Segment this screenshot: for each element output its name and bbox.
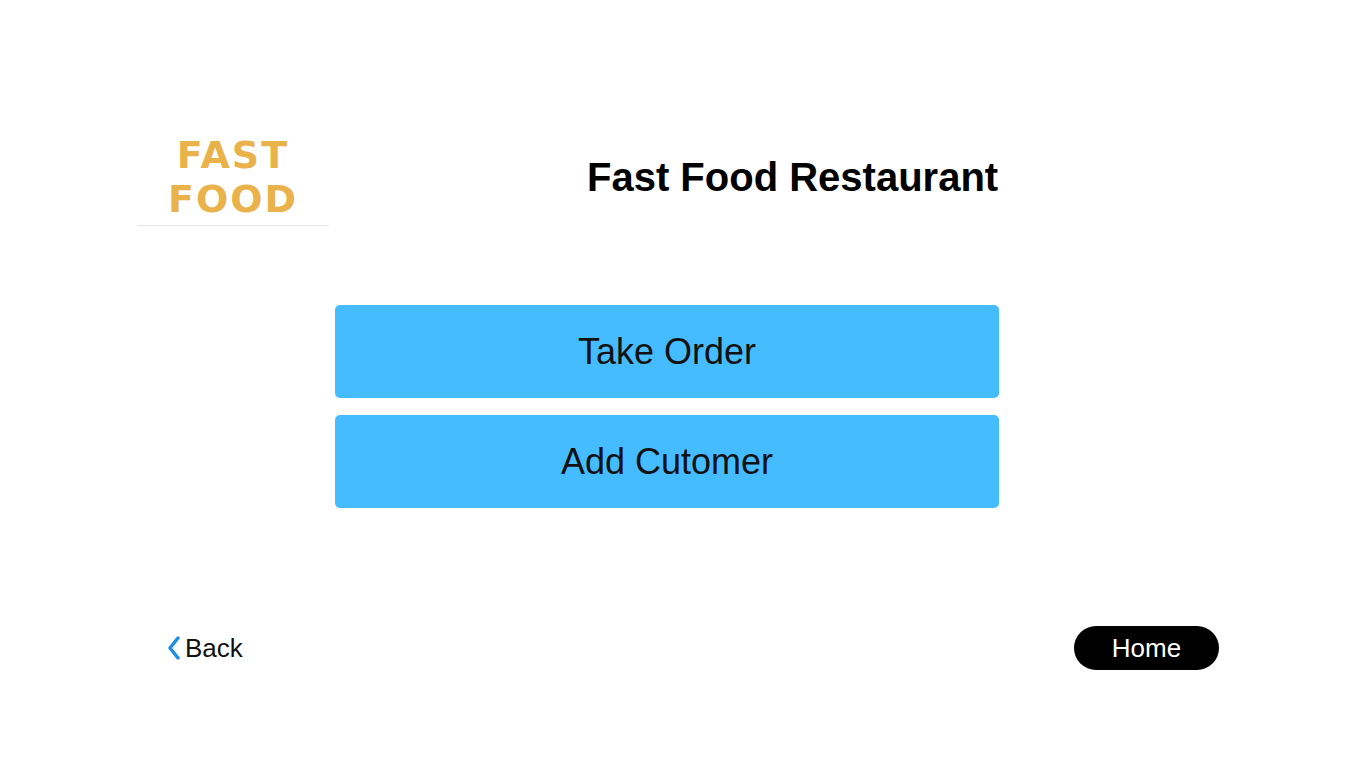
- back-label: Back: [185, 633, 243, 664]
- chevron-left-icon: [167, 636, 181, 660]
- back-button[interactable]: Back: [167, 633, 243, 664]
- header: FASTFOOD Fast Food Restaurant: [0, 128, 1366, 226]
- home-button[interactable]: Home: [1074, 626, 1219, 670]
- footer: Back Home: [0, 626, 1366, 670]
- action-button[interactable]: Add Cutomer: [335, 415, 999, 508]
- page-title: Fast Food Restaurant: [587, 155, 998, 200]
- action-list: Take Order Add Cutomer: [335, 305, 999, 508]
- main-screen: FASTFOOD Fast Food Restaurant Take Order…: [0, 0, 1366, 760]
- action-button[interactable]: Take Order: [335, 305, 999, 398]
- logo-text: FAST: [177, 133, 289, 177]
- logo-text: FOOD: [168, 177, 298, 221]
- logo: FASTFOOD: [137, 128, 329, 226]
